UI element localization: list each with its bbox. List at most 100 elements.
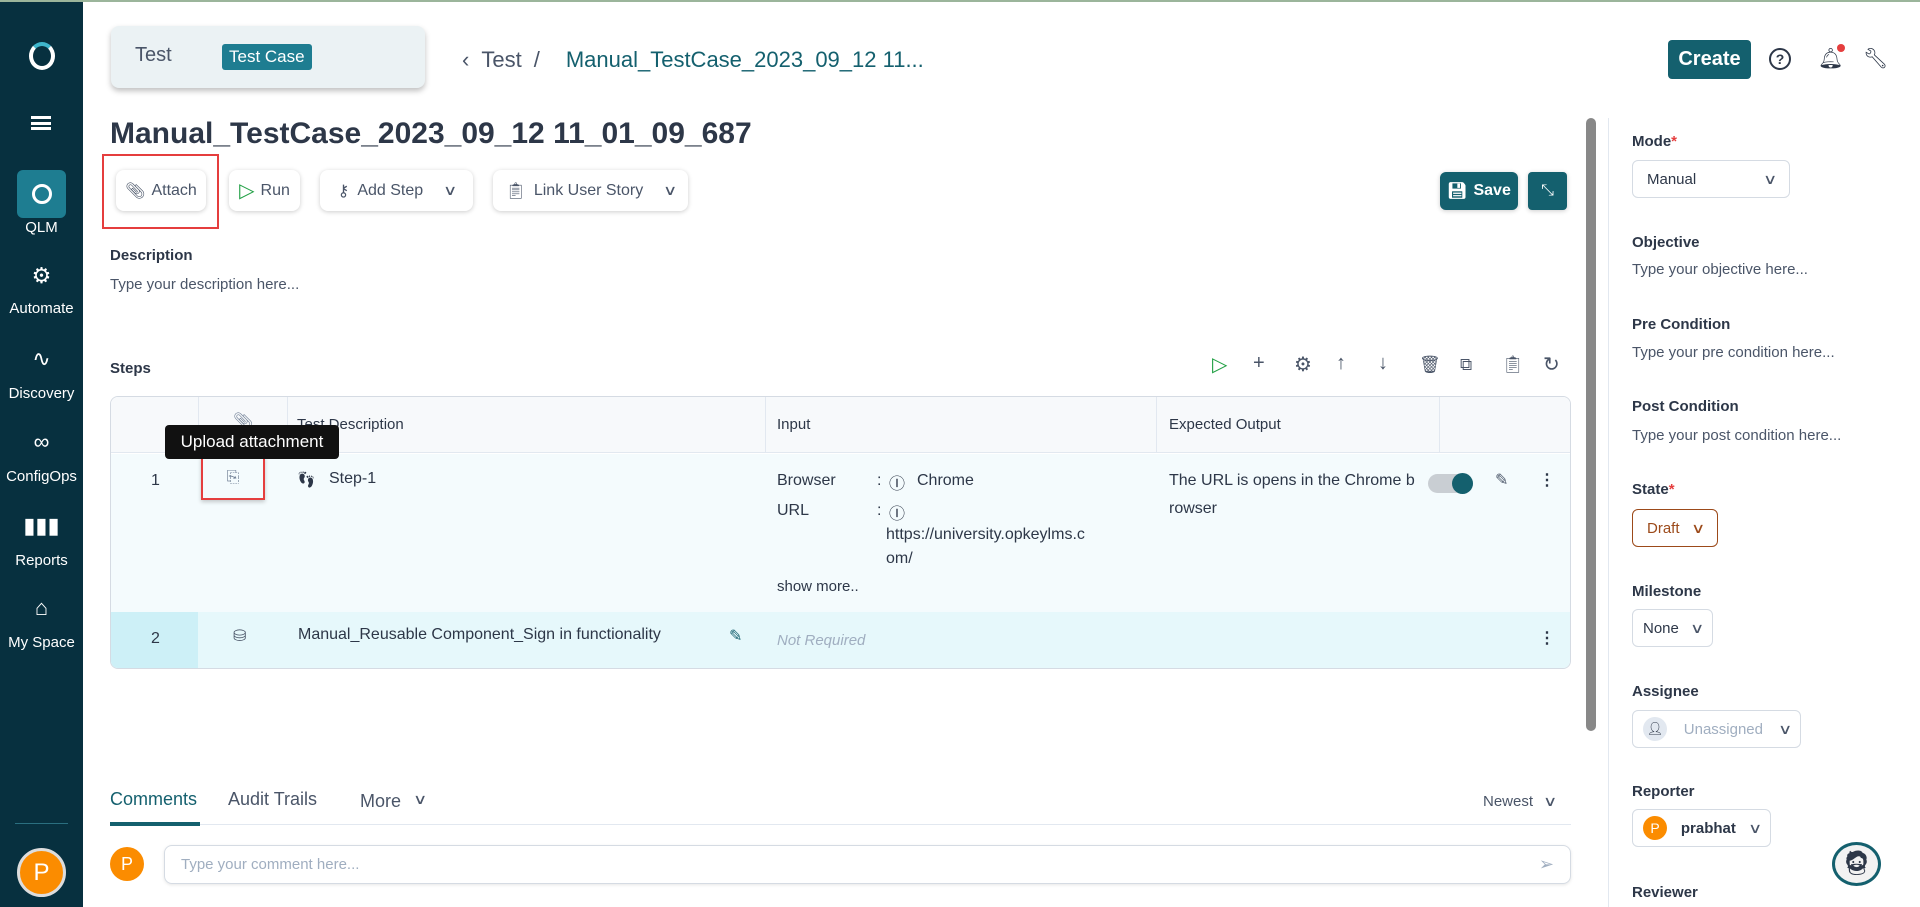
infinity-icon: ∞ (33, 429, 50, 454)
input-value-cont: om/ (886, 550, 913, 567)
breadcrumb: ‹ Test / Manual_TestCase_2023_09_12 11..… (462, 47, 924, 73)
reviewer-label: Reviewer (1632, 884, 1698, 901)
help-icon[interactable]: ? (1769, 48, 1791, 70)
back-chevron-icon[interactable]: ‹ (462, 47, 469, 73)
breadcrumb-parent[interactable]: Test (481, 47, 521, 73)
pre-condition-label: Pre Condition (1632, 316, 1731, 333)
pulse-icon: ∿ (32, 346, 51, 371)
milestone-select[interactable]: None ∨ (1632, 609, 1713, 647)
home-icon: ⌂ (34, 595, 49, 620)
chevron-down-icon: ∨ (1762, 170, 1778, 187)
mode-select[interactable]: Manual ∨ (1632, 160, 1790, 198)
assistant-bot-avatar[interactable]: 🧔︎ (1832, 842, 1881, 886)
create-button[interactable]: Create (1668, 40, 1751, 79)
menu-icon[interactable] (31, 116, 51, 130)
chevron-down-icon: ∨ (1747, 819, 1763, 836)
paperclip-icon: 📎︎ (125, 182, 146, 200)
mode-label-text: Mode (1632, 133, 1672, 150)
objective-input[interactable]: Type your objective here... (1632, 261, 1808, 278)
wrench-icon[interactable]: 🔧︎ (1863, 46, 1888, 71)
text-input-icon: Ⓘ (889, 506, 906, 523)
arrow-up-icon[interactable]: ↑ (1336, 352, 1346, 375)
collapse-button[interactable]: ⤡ (1528, 172, 1567, 210)
tab-audit-trails[interactable]: Audit Trails (228, 789, 317, 810)
tab-more-label: More (360, 791, 402, 811)
clipboard-icon: 📋︎ (505, 182, 526, 200)
table-row[interactable]: 2 ⛁ Manual_Reusable Component_Sign in fu… (111, 612, 1570, 668)
bar-chart-icon: ▮▮▮ (23, 513, 60, 538)
chevron-down-icon: ∨ (1690, 519, 1706, 536)
copy-icon[interactable]: ⧉ (1460, 355, 1472, 375)
add-step-dropdown[interactable]: ⚷ Add Step ∨ (320, 170, 473, 211)
link-user-story-dropdown[interactable]: 📋︎ Link User Story ∨ (493, 170, 688, 211)
reporter-label: Reporter (1632, 783, 1695, 800)
chevron-down-icon: ∨ (1777, 720, 1793, 737)
add-component-icon[interactable]: ⚙ (1294, 352, 1312, 377)
bell-icon[interactable]: 🔔︎ (1818, 44, 1846, 71)
run-step-icon[interactable]: ▷ (1212, 352, 1227, 377)
trash-icon[interactable]: 🗑︎ (1419, 355, 1441, 375)
assignee-select[interactable]: 👤︎ Unassigned ∨ (1632, 710, 1801, 748)
more-vertical-icon[interactable]: ⋮ (1539, 470, 1555, 490)
mode-value: Manual (1647, 170, 1697, 188)
send-icon[interactable]: ➢ (1539, 854, 1554, 875)
save-icon: 💾︎ (1447, 183, 1468, 200)
edit-component-icon[interactable]: ✎ (729, 626, 742, 646)
sidebar-item-label: Automate (9, 300, 74, 317)
sidebar-item-my-space[interactable]: ⌂ My Space (0, 595, 83, 652)
tooltip: Upload attachment (165, 425, 339, 459)
edit-icon[interactable]: ✎ (1495, 470, 1508, 490)
input-key: Browser (777, 472, 836, 489)
attach-button[interactable]: 📎︎ Attach (116, 170, 206, 211)
attach-label: Attach (151, 181, 197, 199)
upload-attachment-icon[interactable]: ⎘ (201, 456, 265, 500)
run-button[interactable]: ▷ Run (229, 170, 300, 211)
step-toggle[interactable] (1428, 473, 1473, 494)
sidebar-item-reports[interactable]: ▮▮▮ Reports (0, 513, 83, 570)
arrow-down-icon[interactable]: ↓ (1378, 352, 1388, 375)
column-header: Input (777, 416, 811, 433)
step-description[interactable]: Manual_Reusable Component_Sign in functi… (298, 626, 661, 644)
sidebar-item-discovery[interactable]: ∿ Discovery (0, 346, 83, 403)
run-label: Run (260, 181, 290, 199)
state-label: State* (1632, 481, 1675, 498)
save-button[interactable]: 💾︎ Save (1440, 172, 1518, 210)
panel-divider (1608, 118, 1609, 907)
state-label-text: State (1632, 481, 1669, 498)
objective-label: Objective (1632, 234, 1700, 251)
expected-output[interactable]: The URL is opens in the Chrome b (1169, 472, 1415, 490)
sidebar-item-automate[interactable]: ⚙ Automate (0, 264, 83, 318)
add-icon[interactable]: + (1253, 352, 1265, 375)
sidebar-item-configops[interactable]: ∞ ConfigOps (0, 429, 83, 486)
pre-condition-input[interactable]: Type your pre condition here... (1632, 344, 1835, 361)
more-vertical-icon[interactable]: ⋮ (1539, 628, 1555, 648)
refresh-icon[interactable]: ↻ (1543, 352, 1560, 377)
sort-dropdown[interactable]: Newest ∨ (1483, 793, 1557, 810)
step-description[interactable]: Step-1 (329, 470, 376, 488)
show-more-link[interactable]: show more.. (777, 578, 859, 595)
type-badge: Test Case (222, 44, 312, 70)
sidebar-item-qlm-tile[interactable] (17, 170, 66, 218)
tab-comments[interactable]: Comments (110, 789, 197, 810)
input-value[interactable]: https://university.opkeylms.c (886, 526, 1085, 544)
scrollbar[interactable] (1586, 118, 1596, 731)
user-avatar[interactable]: P (17, 848, 66, 897)
paste-icon[interactable]: 📋︎ (1502, 355, 1524, 375)
state-select[interactable]: Draft ∨ (1632, 509, 1718, 547)
text-input-icon: Ⓘ (889, 476, 906, 493)
table-row[interactable]: 1 ⎘ 👣︎ Step-1 Browser : Ⓘ Chrome URL : Ⓘ… (111, 454, 1570, 612)
sidebar-item-label: QLM (25, 219, 58, 236)
project-switcher[interactable]: Test Test Case (111, 26, 425, 88)
app-logo[interactable] (29, 42, 55, 70)
description-input[interactable]: Type your description here... (110, 276, 299, 293)
tab-more[interactable]: More ∨ (360, 791, 427, 812)
reporter-select[interactable]: Pprabhat ∨ (1632, 809, 1771, 847)
colon: : (877, 502, 882, 519)
comment-input[interactable]: Type your comment here... ➢ (164, 845, 1571, 884)
input-value[interactable]: Chrome (917, 472, 974, 490)
input-value: Not Required (777, 632, 866, 649)
step-number: 1 (151, 472, 160, 489)
sidebar-item-qlm[interactable]: QLM (0, 219, 83, 236)
page-title: Manual_TestCase_2023_09_12 11_01_09_687 (110, 117, 752, 150)
post-condition-input[interactable]: Type your post condition here... (1632, 427, 1841, 444)
